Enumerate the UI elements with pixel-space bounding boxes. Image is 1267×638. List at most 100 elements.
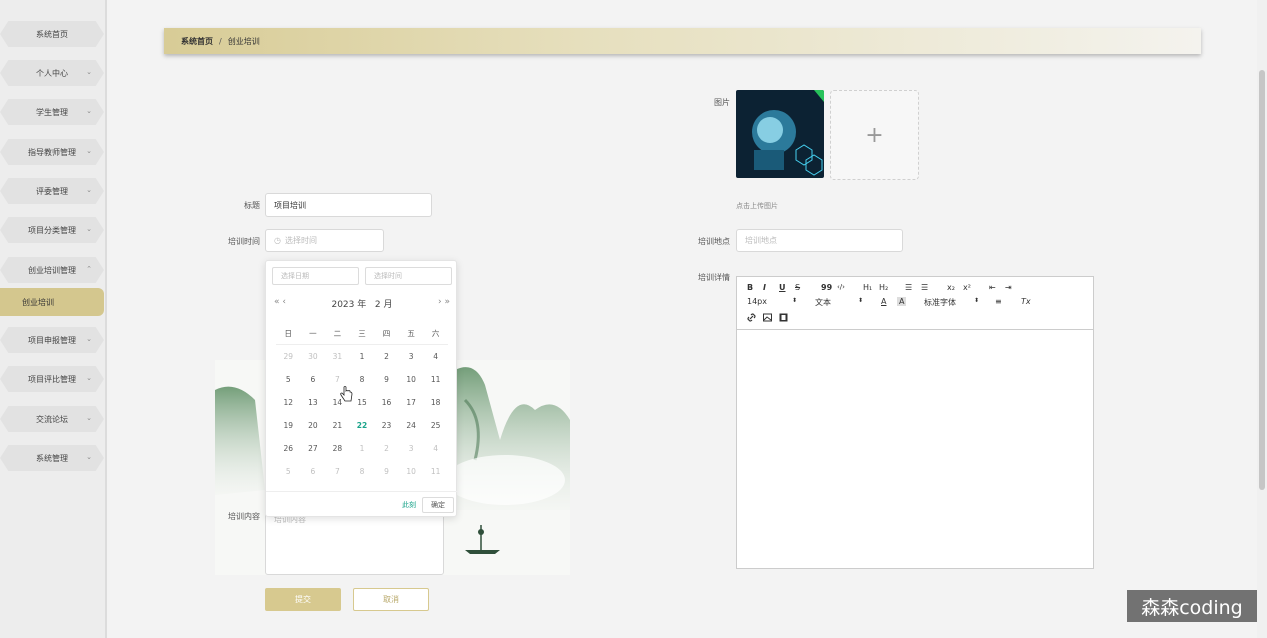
picker-month[interactable]: 2 bbox=[375, 300, 381, 310]
strike-button[interactable]: S bbox=[795, 283, 800, 292]
image-label: 图片 bbox=[714, 98, 730, 107]
outdent-button[interactable]: ⇤ bbox=[989, 283, 996, 292]
sidebar-item[interactable]: 指导教师管理 ⌄ bbox=[0, 139, 104, 165]
video-icon[interactable] bbox=[779, 313, 788, 324]
sidebar-item[interactable]: 交流论坛 ⌄ bbox=[0, 406, 104, 432]
picker-date-input[interactable]: 选择日期 bbox=[272, 267, 359, 285]
breadcrumb-home[interactable]: 系统首页 bbox=[181, 36, 213, 47]
calendar-day[interactable]: 10 bbox=[399, 467, 424, 476]
sidebar-item[interactable]: 创业培训管理 ⌃ bbox=[0, 257, 104, 283]
next-year-month-icon[interactable]: › » bbox=[438, 297, 450, 307]
sidebar-item[interactable]: 创业培训 bbox=[0, 288, 104, 316]
bg-color-button[interactable]: A bbox=[897, 297, 907, 306]
calendar-day[interactable]: 16 bbox=[374, 398, 399, 407]
picker-time-input[interactable]: 选择时间 bbox=[365, 267, 452, 285]
subscript-button[interactable]: x₂ bbox=[947, 283, 955, 292]
bullet-list-button[interactable]: ☰ bbox=[921, 283, 928, 292]
calendar-day[interactable]: 8 bbox=[350, 467, 375, 476]
calendar-day[interactable]: 2 bbox=[374, 352, 399, 361]
image-icon[interactable] bbox=[763, 313, 772, 324]
sidebar-item[interactable]: 个人中心 ⌄ bbox=[0, 60, 104, 86]
picker-year[interactable]: 2023 bbox=[331, 300, 354, 310]
h2-button[interactable]: H₂ bbox=[879, 283, 888, 292]
calendar-day[interactable]: 3 bbox=[399, 352, 424, 361]
calendar-day[interactable]: 6 bbox=[301, 467, 326, 476]
calendar-day[interactable]: 23 bbox=[374, 421, 399, 430]
scrollbar-thumb[interactable] bbox=[1259, 70, 1265, 490]
sidebar-item[interactable]: 项目分类管理 ⌄ bbox=[0, 217, 104, 243]
link-icon[interactable] bbox=[747, 313, 756, 324]
calendar-day[interactable]: 24 bbox=[399, 421, 424, 430]
sidebar-item[interactable]: 系统管理 ⌄ bbox=[0, 445, 104, 471]
calendar-day[interactable]: 13 bbox=[301, 398, 326, 407]
submit-button[interactable]: 提交 bbox=[265, 588, 341, 611]
breadcrumb-current: 创业培训 bbox=[227, 36, 260, 46]
sidebar-item-label: 交流论坛 bbox=[36, 414, 68, 424]
calendar-day[interactable]: 3 bbox=[399, 444, 424, 453]
calendar-day[interactable]: 22 bbox=[350, 421, 375, 430]
italic-button[interactable]: I bbox=[763, 283, 766, 292]
calendar-day[interactable]: 29 bbox=[276, 352, 301, 361]
calendar-day[interactable]: 5 bbox=[276, 467, 301, 476]
calendar-day[interactable]: 1 bbox=[350, 352, 375, 361]
uploaded-image-thumbnail[interactable] bbox=[736, 90, 824, 178]
calendar-day[interactable]: 2 bbox=[374, 444, 399, 453]
calendar-day[interactable]: 11 bbox=[423, 375, 448, 384]
sidebar-item-label: 系统首页 bbox=[36, 29, 68, 39]
calendar-day[interactable]: 18 bbox=[423, 398, 448, 407]
quote-button[interactable]: 99 bbox=[821, 283, 832, 292]
clean-format-button[interactable]: Tx bbox=[1021, 297, 1031, 306]
calendar-day[interactable]: 11 bbox=[423, 467, 448, 476]
time-input[interactable]: ◷ 选择时间 bbox=[265, 229, 384, 252]
calendar-day[interactable]: 4 bbox=[423, 444, 448, 453]
sidebar-item[interactable]: 评委管理 ⌄ bbox=[0, 178, 104, 204]
calendar-day[interactable]: 25 bbox=[423, 421, 448, 430]
font-family-select[interactable]: 标准字体 ⬍ bbox=[924, 297, 984, 308]
h1-button[interactable]: H₁ bbox=[863, 283, 872, 292]
calendar-day[interactable]: 8 bbox=[350, 375, 375, 384]
confirm-button[interactable]: 确定 bbox=[422, 497, 454, 513]
calendar-day[interactable]: 5 bbox=[276, 375, 301, 384]
calendar-day[interactable]: 6 bbox=[301, 375, 326, 384]
superscript-button[interactable]: x² bbox=[963, 283, 971, 292]
underline-button[interactable]: U bbox=[779, 283, 786, 292]
calendar-day[interactable]: 20 bbox=[301, 421, 326, 430]
calendar-day[interactable]: 17 bbox=[399, 398, 424, 407]
font-size-select[interactable]: 14px ⬍ bbox=[747, 297, 807, 306]
now-button[interactable]: 此刻 bbox=[402, 500, 416, 510]
bold-button[interactable]: B bbox=[747, 283, 753, 292]
sidebar-item[interactable]: 系统首页 bbox=[0, 21, 104, 47]
sidebar-item[interactable]: 学生管理 ⌄ bbox=[0, 99, 104, 125]
calendar-day[interactable]: 31 bbox=[325, 352, 350, 361]
calendar-day[interactable]: 26 bbox=[276, 444, 301, 453]
code-button[interactable]: ‹/› bbox=[837, 283, 845, 291]
calendar-day[interactable]: 19 bbox=[276, 421, 301, 430]
sidebar-item[interactable]: 项目评比管理 ⌄ bbox=[0, 366, 104, 392]
calendar-day[interactable]: 1 bbox=[350, 444, 375, 453]
font-color-button[interactable]: A bbox=[881, 297, 886, 306]
calendar-day[interactable]: 27 bbox=[301, 444, 326, 453]
location-input[interactable]: 培训地点 bbox=[736, 229, 903, 252]
title-input[interactable]: 项目培训 bbox=[265, 193, 432, 217]
calendar-day[interactable]: 30 bbox=[301, 352, 326, 361]
calendar-day[interactable]: 4 bbox=[423, 352, 448, 361]
indent-button[interactable]: ⇥ bbox=[1005, 283, 1012, 292]
block-type-select[interactable]: 文本 ⬍ bbox=[815, 297, 865, 308]
calendar-day[interactable]: 21 bbox=[325, 421, 350, 430]
chevron-icon: ⌄ bbox=[86, 225, 92, 233]
calendar-day[interactable]: 9 bbox=[374, 467, 399, 476]
calendar-day[interactable]: 7 bbox=[325, 467, 350, 476]
ordered-list-button[interactable]: ☰ bbox=[905, 283, 912, 292]
calendar-day[interactable]: 9 bbox=[374, 375, 399, 384]
align-button[interactable]: ≡ bbox=[995, 297, 1002, 306]
upload-box[interactable]: + bbox=[830, 90, 919, 180]
calendar-day[interactable]: 7 bbox=[325, 375, 350, 384]
clock-icon: ◷ bbox=[274, 236, 281, 245]
sidebar-item[interactable]: 项目申报管理 ⌄ bbox=[0, 327, 104, 353]
calendar-day[interactable]: 12 bbox=[276, 398, 301, 407]
plus-icon: + bbox=[865, 122, 884, 148]
calendar-day[interactable]: 10 bbox=[399, 375, 424, 384]
breadcrumb: 系统首页 / 创业培训 bbox=[164, 28, 1201, 54]
cancel-button[interactable]: 取消 bbox=[353, 588, 429, 611]
calendar-day[interactable]: 28 bbox=[325, 444, 350, 453]
